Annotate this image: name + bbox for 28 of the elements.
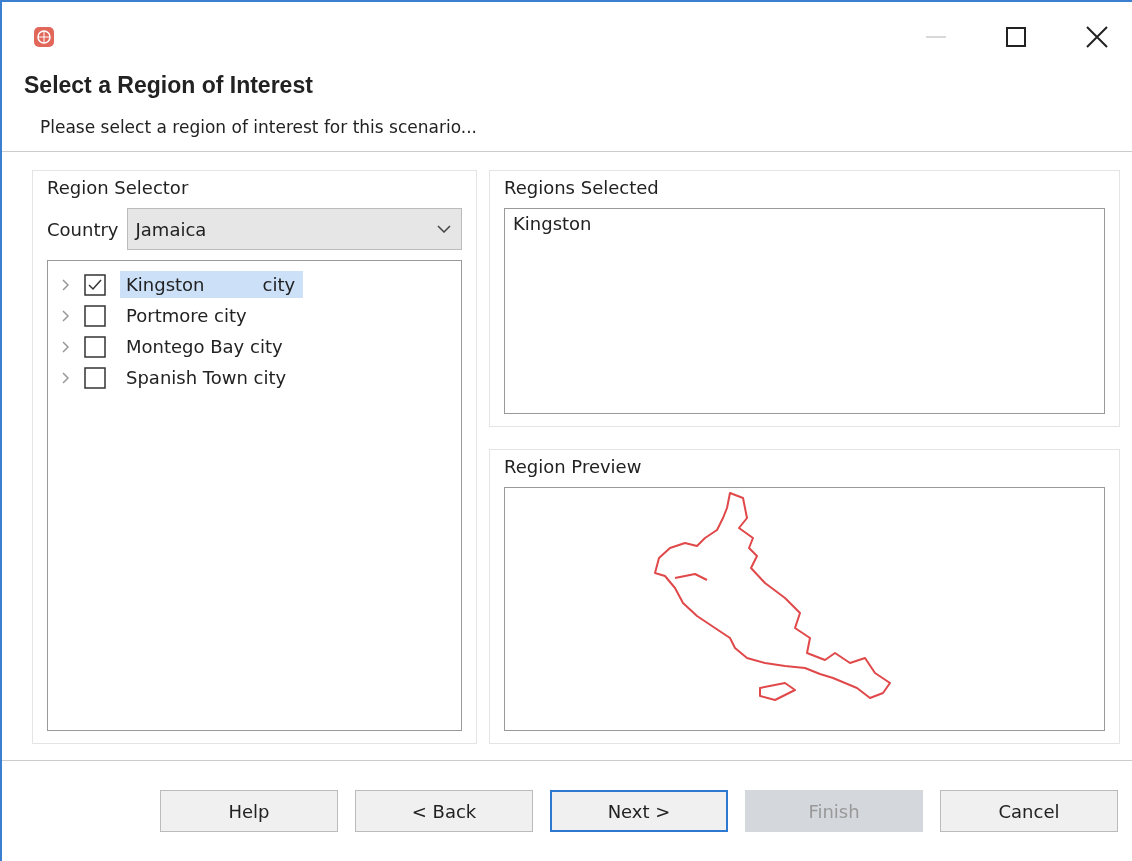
checkbox[interactable] — [84, 335, 106, 358]
dialog-title: Select a Region of Interest — [24, 72, 314, 99]
checkbox[interactable] — [84, 366, 106, 389]
checkbox[interactable] — [84, 273, 106, 296]
close-icon[interactable] — [1086, 26, 1108, 48]
group-title: Region Selector — [47, 177, 190, 198]
tree-item[interactable]: Spanish Town city — [120, 364, 295, 391]
checkbox[interactable] — [84, 304, 106, 327]
dialog-button[interactable]: < Back — [355, 790, 533, 832]
country-label: Country — [47, 218, 119, 240]
dialog-button[interactable]: Next > — [550, 790, 728, 832]
group-title: Region Preview — [504, 456, 643, 477]
chevron-right-icon[interactable] — [62, 278, 70, 291]
list-item[interactable]: Kingston — [513, 213, 1096, 234]
chevron-right-icon[interactable] — [62, 309, 70, 322]
chevron-right-icon[interactable] — [62, 371, 70, 384]
tree-item[interactable]: Kingston city — [120, 271, 304, 298]
group-title: Regions Selected — [504, 177, 660, 198]
tree-item[interactable]: Portmore city — [120, 302, 255, 329]
maximize-icon[interactable] — [1006, 27, 1026, 47]
dialog-button[interactable]: Help — [160, 790, 338, 832]
dialog-button[interactable]: Cancel — [940, 790, 1118, 832]
chevron-down-icon — [437, 225, 451, 233]
dialog-subtitle: Please select a region of interest for this scenario... — [39, 117, 478, 137]
tree-item[interactable]: Montego Bay city — [120, 333, 291, 360]
chevron-right-icon[interactable] — [62, 340, 70, 353]
country-dropdown[interactable]: Jamaica — [126, 208, 462, 250]
app-logo-icon — [34, 27, 54, 47]
